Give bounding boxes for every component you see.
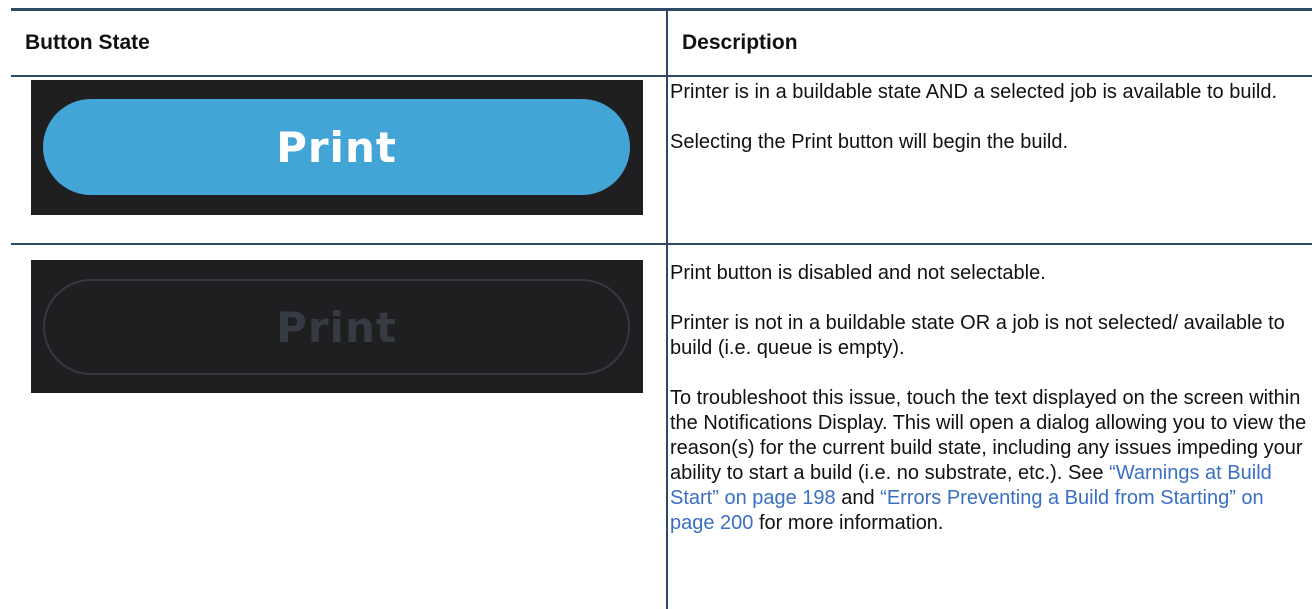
column-header-button-state: Button State	[25, 31, 150, 54]
troubleshoot-text: for more information.	[753, 512, 944, 534]
column-header-description: Description	[682, 31, 798, 54]
header-divider	[11, 75, 1312, 77]
description-cell-disabled: Print button is disabled and not selecta…	[670, 261, 1310, 536]
description-paragraph: Printer is not in a buildable state OR a…	[670, 312, 1285, 359]
print-button-enabled-panel: Print	[31, 80, 643, 215]
row-divider	[11, 243, 1312, 245]
print-button-enabled[interactable]: Print	[43, 99, 630, 195]
troubleshoot-paragraph: To troubleshoot this issue, touch the te…	[670, 386, 1310, 536]
button-state-table: Button State Description Print Printer i…	[0, 0, 1312, 609]
table-top-rule	[11, 8, 1312, 11]
description-paragraph: Printer is in a buildable state AND a se…	[670, 81, 1278, 103]
print-button-disabled: Print	[43, 279, 630, 375]
description-paragraph: Print button is disabled and not selecta…	[670, 262, 1046, 284]
description-cell-enabled: Printer is in a buildable state AND a se…	[670, 80, 1310, 155]
description-paragraph: Selecting the Print button will begin th…	[670, 131, 1069, 153]
column-divider	[666, 11, 668, 609]
print-button-disabled-panel: Print	[31, 260, 643, 393]
troubleshoot-text: and	[835, 487, 881, 509]
